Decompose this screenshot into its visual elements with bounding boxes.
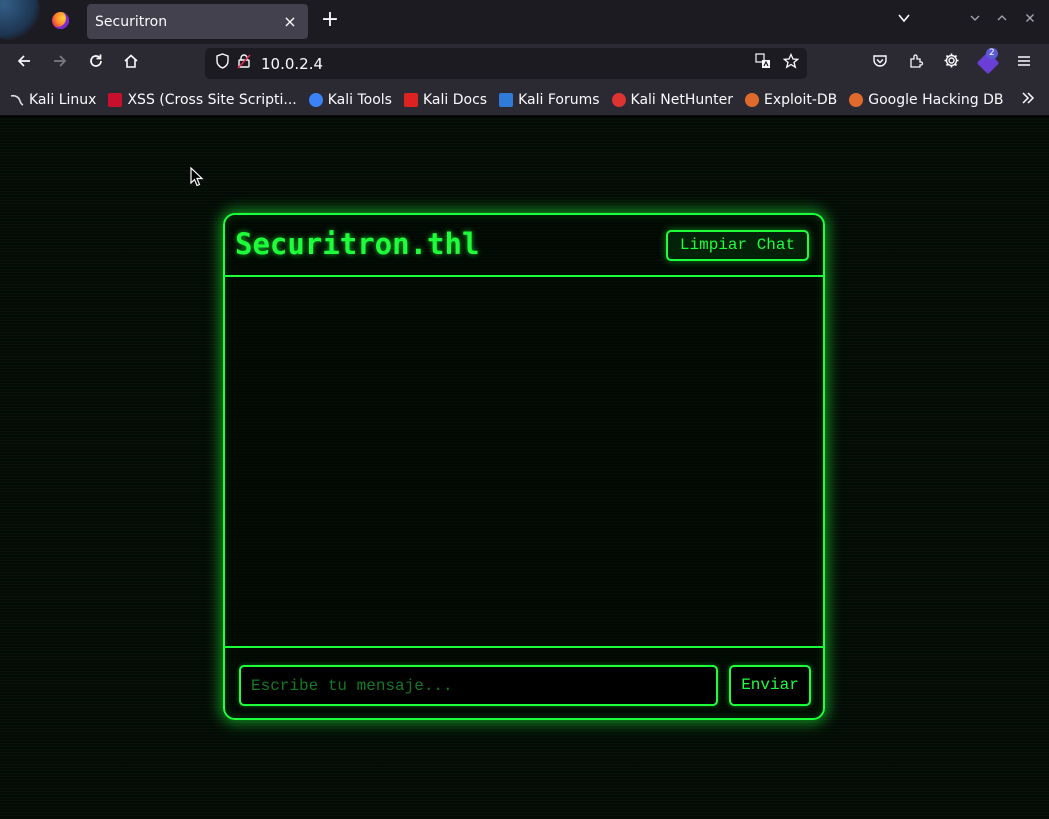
- close-tab-icon[interactable]: ×: [282, 12, 298, 31]
- translate-icon[interactable]: [751, 52, 775, 75]
- exploit-db-icon: [744, 92, 759, 107]
- home-button[interactable]: [118, 52, 144, 76]
- forward-button[interactable]: [47, 52, 73, 76]
- hamburger-menu-icon[interactable]: [1012, 52, 1036, 76]
- bookmark-exploit-db[interactable]: Exploit-DB: [744, 91, 838, 108]
- firefox-menu-icon[interactable]: [52, 12, 69, 29]
- minimize-window-button[interactable]: [966, 11, 984, 29]
- close-window-button[interactable]: [1021, 11, 1039, 29]
- navigation-toolbar: 10.0.2.4 2: [0, 44, 1049, 84]
- kali-dragon-icon: [10, 93, 24, 107]
- xss-icon: [108, 92, 123, 107]
- back-button[interactable]: [11, 52, 37, 76]
- extension-badge-icon[interactable]: 2: [976, 48, 1000, 75]
- kali-nethunter-icon: [611, 92, 626, 107]
- bookmark-label: Kali Tools: [327, 91, 392, 108]
- bookmarks-toolbar: Kali Linux XSS (Cross Site Scripti... Ka…: [0, 84, 1049, 116]
- chat-panel: Securitron.thl Limpiar Chat Enviar: [223, 213, 825, 720]
- mouse-cursor-icon: [190, 167, 204, 187]
- tab-securitron[interactable]: Securitron ×: [87, 4, 308, 39]
- bookmark-label: Kali Linux: [29, 91, 97, 108]
- desktop-decoration: [0, 0, 40, 40]
- clear-chat-button[interactable]: Limpiar Chat: [666, 230, 809, 261]
- bookmark-kali-nethunter[interactable]: Kali NetHunter: [611, 91, 733, 108]
- tab-title: Securitron: [95, 13, 168, 30]
- chat-header: Securitron.thl Limpiar Chat: [225, 215, 823, 277]
- bookmark-kali-linux[interactable]: Kali Linux: [10, 92, 96, 108]
- insecure-lock-icon[interactable]: [233, 53, 255, 75]
- reload-button[interactable]: [83, 52, 109, 76]
- bookmark-label: Kali NetHunter: [630, 91, 733, 108]
- bookmark-kali-forums[interactable]: Kali Forums: [499, 91, 600, 108]
- extensions-icon[interactable]: [904, 52, 928, 76]
- page-content: Securitron.thl Limpiar Chat Enviar: [0, 117, 1049, 819]
- google-hacking-db-icon: [849, 92, 864, 107]
- bookmark-star-icon[interactable]: [779, 52, 803, 75]
- bookmark-label: Google Hacking DB: [868, 91, 1004, 108]
- bookmark-label: XSS (Cross Site Scripti...: [127, 91, 297, 108]
- bookmark-kali-tools[interactable]: Kali Tools: [308, 91, 392, 108]
- bookmark-label: Kali Docs: [422, 91, 488, 108]
- new-tab-button[interactable]: +: [318, 9, 342, 33]
- maximize-window-button[interactable]: [993, 11, 1011, 29]
- kali-forums-icon: [499, 92, 514, 107]
- pocket-icon[interactable]: [868, 52, 892, 76]
- chevron-down-icon[interactable]: [893, 10, 915, 32]
- kali-docs-icon: [403, 92, 418, 107]
- bookmark-xss[interactable]: XSS (Cross Site Scripti...: [108, 91, 297, 108]
- bookmark-label: Kali Forums: [518, 91, 600, 108]
- kali-tools-icon: [308, 92, 323, 107]
- chat-input-row: Enviar: [239, 665, 811, 706]
- tab-bar: Securitron × +: [0, 0, 1049, 44]
- more-bookmarks-icon[interactable]: [1021, 90, 1035, 109]
- chat-messages-area: [225, 277, 823, 648]
- bookmark-kali-docs[interactable]: Kali Docs: [403, 91, 488, 108]
- url-text[interactable]: 10.0.2.4: [261, 55, 751, 73]
- shield-icon[interactable]: [211, 52, 233, 75]
- bookmark-label: Exploit-DB: [763, 91, 838, 108]
- settings-gear-icon[interactable]: [939, 52, 963, 76]
- bookmark-google-hacking-db[interactable]: Google Hacking DB: [849, 92, 1003, 108]
- message-input[interactable]: [239, 665, 718, 706]
- chat-title: Securitron.thl: [235, 227, 480, 261]
- url-bar[interactable]: 10.0.2.4: [205, 48, 807, 79]
- send-button[interactable]: Enviar: [729, 665, 811, 706]
